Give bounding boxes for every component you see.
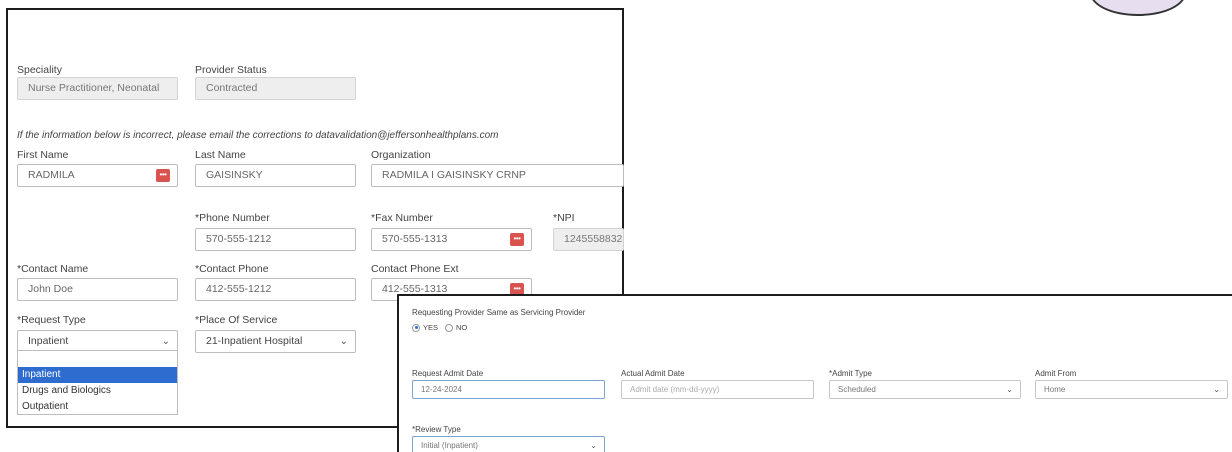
first-name-value: RADMILA (28, 169, 75, 181)
contact-phone-field[interactable]: 412-555-1212 (195, 278, 356, 301)
chevron-down-icon: ⌄ (339, 336, 348, 347)
last-name-value: GAISINSKY (206, 169, 263, 181)
fax-number-field[interactable]: 570-555-1313 ••• (371, 228, 532, 251)
last-name-label: Last Name (195, 149, 246, 161)
organization-value: RADMILA I GAISINSKY CRNP (382, 169, 526, 181)
contact-name-field[interactable]: John Doe (17, 278, 178, 301)
contact-phone-label: *Contact Phone (195, 263, 269, 275)
place-of-service-label: *Place Of Service (195, 314, 278, 326)
admit-type-select[interactable]: Scheduled ⌄ (829, 380, 1021, 399)
request-type-dropdown: Inpatient Drugs and Biologics Outpatient (17, 350, 178, 415)
admit-type-label: *Admit Type (829, 369, 872, 378)
chevron-down-icon: ⌄ (1213, 385, 1220, 394)
request-type-label: *Request Type (17, 314, 86, 326)
speciality-value: Nurse Practitioner, Neonatal (28, 82, 160, 94)
review-type-select[interactable]: Initial (Inpatient) ⌄ (412, 436, 605, 452)
dropdown-option-inpatient[interactable]: Inpatient (18, 367, 177, 383)
phone-number-label: *Phone Number (195, 212, 270, 224)
correction-notice: If the information below is incorrect, p… (17, 130, 499, 141)
radio-yes-dot[interactable] (412, 323, 420, 332)
admit-type-value: Scheduled (838, 385, 876, 394)
first-name-field[interactable]: RADMILA ••• (17, 164, 178, 187)
contact-phone-value: 412-555-1212 (206, 283, 272, 295)
speciality-field: Nurse Practitioner, Neonatal (17, 77, 178, 100)
decorative-oval (1090, 0, 1186, 16)
request-admit-date-label: Request Admit Date (412, 369, 484, 378)
fax-number-label: *Fax Number (371, 212, 433, 224)
npi-field: 1245558832 (553, 228, 624, 251)
chevron-down-icon: ⌄ (161, 336, 170, 347)
provider-status-field: Contracted (195, 77, 356, 100)
last-name-field[interactable]: GAISINSKY (195, 164, 356, 187)
admission-panel: Requesting Provider Same as Servicing Pr… (397, 294, 1232, 452)
speciality-label: Speciality (17, 64, 62, 76)
provider-status-label: Provider Status (195, 64, 267, 76)
organization-field[interactable]: RADMILA I GAISINSKY CRNP (371, 164, 624, 187)
dropdown-option-outpatient[interactable]: Outpatient (18, 399, 177, 415)
request-admit-date-value: 12-24-2024 (421, 385, 462, 394)
radio-no[interactable]: NO (445, 323, 467, 332)
place-of-service-value: 21-Inpatient Hospital (206, 335, 303, 347)
contact-name-label: *Contact Name (17, 263, 89, 275)
review-type-label: *Review Type (412, 425, 461, 434)
chevron-down-icon: ⌄ (590, 441, 597, 450)
actual-admit-date-field[interactable]: Admit date (mm-dd-yyyy) (621, 380, 814, 399)
radio-no-dot[interactable] (445, 323, 453, 332)
request-type-value: Inpatient (28, 335, 69, 347)
fax-number-value: 570-555-1313 (382, 233, 448, 245)
dropdown-option-drugs-and-biologics[interactable]: Drugs and Biologics (18, 383, 177, 399)
contact-phone-ext-label: Contact Phone Ext (371, 263, 459, 275)
admit-from-select[interactable]: Home ⌄ (1035, 380, 1228, 399)
same-provider-label: Requesting Provider Same as Servicing Pr… (412, 308, 586, 317)
organization-label: Organization (371, 149, 431, 161)
place-of-service-select[interactable]: 21-Inpatient Hospital ⌄ (195, 330, 356, 353)
npi-value: 1245558832 (564, 233, 623, 245)
admit-from-value: Home (1044, 385, 1066, 394)
actual-admit-date-label: Actual Admit Date (621, 369, 685, 378)
more-dots-icon[interactable]: ••• (156, 169, 170, 182)
phone-number-value: 570-555-1212 (206, 233, 272, 245)
review-type-value: Initial (Inpatient) (421, 441, 478, 450)
chevron-down-icon: ⌄ (1006, 385, 1013, 394)
request-admit-date-field[interactable]: 12-24-2024 (412, 380, 605, 399)
phone-number-field[interactable]: 570-555-1212 (195, 228, 356, 251)
actual-admit-date-placeholder: Admit date (mm-dd-yyyy) (630, 385, 720, 394)
radio-yes[interactable]: YES (412, 323, 438, 332)
more-dots-icon[interactable]: ••• (510, 233, 524, 246)
radio-yes-label: YES (423, 323, 439, 332)
provider-status-value: Contracted (206, 82, 258, 94)
contact-name-value: John Doe (28, 283, 73, 295)
radio-no-label: NO (456, 323, 468, 332)
npi-label: *NPI (553, 212, 575, 224)
admit-from-label: Admit From (1035, 369, 1077, 378)
dropdown-option-empty[interactable] (18, 351, 177, 367)
first-name-label: First Name (17, 149, 69, 161)
